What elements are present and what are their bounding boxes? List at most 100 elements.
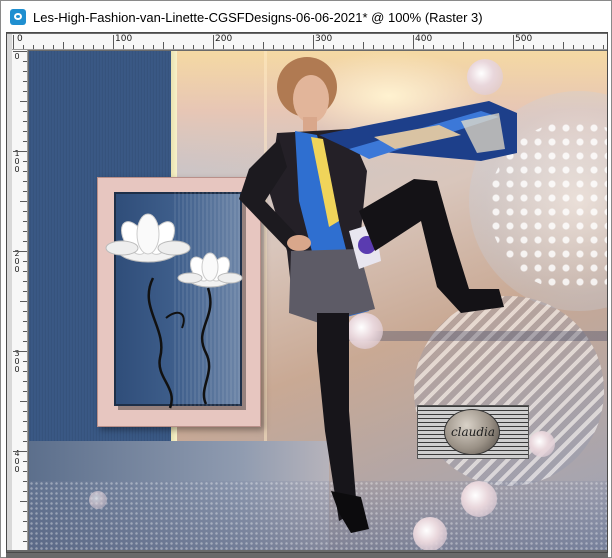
ruler-tick — [23, 431, 27, 432]
ruler-tick — [23, 511, 27, 512]
horizontal-ruler[interactable]: 0 100 200 300 400 500 — [12, 34, 607, 50]
ruler-tick — [20, 501, 27, 502]
ruler-label-group: 0 — [13, 53, 21, 61]
ruler-tick — [123, 45, 124, 49]
ruler-tick — [23, 121, 27, 122]
ruler-label: 0 — [17, 34, 23, 44]
ruler-label: 0 — [14, 365, 20, 374]
ruler-tick — [23, 91, 27, 92]
ruler-tick — [23, 131, 27, 132]
ruler-tick — [403, 45, 404, 49]
ruler-tick — [223, 45, 224, 49]
author-watermark: claudia — [417, 405, 529, 459]
ruler-tick — [513, 35, 514, 49]
ruler-tick — [483, 45, 484, 49]
watermark-text: claudia — [450, 425, 496, 439]
ruler-tick — [203, 45, 204, 49]
ruler-tick — [23, 341, 27, 342]
ruler-tick — [93, 45, 94, 49]
ruler-tick — [23, 271, 27, 272]
ruler-tick — [23, 231, 27, 232]
ruler-tick — [13, 351, 27, 352]
ruler-tick — [23, 331, 27, 332]
paintshop-app-icon — [10, 9, 26, 25]
ruler-tick — [543, 45, 544, 49]
ruler-tick — [283, 45, 284, 49]
image-canvas[interactable]: claudia — [29, 51, 607, 550]
ruler-tick — [23, 221, 27, 222]
ruler-tick — [13, 251, 27, 252]
ruler-label-group: 1 0 0 — [13, 150, 21, 174]
ruler-tick — [533, 45, 534, 49]
ruler-tick — [23, 441, 27, 442]
ruler-tick — [23, 241, 27, 242]
ruler-tick — [563, 42, 564, 49]
ruler-label: 0 — [14, 265, 20, 274]
ruler-tick — [23, 181, 27, 182]
ruler-tick — [23, 171, 27, 172]
ruler-tick — [523, 45, 524, 49]
ruler-tick — [13, 151, 27, 152]
ruler-tick — [23, 471, 27, 472]
ruler-tick — [43, 45, 44, 49]
ruler-tick — [23, 531, 27, 532]
ruler-tick — [113, 35, 114, 49]
ruler-tick — [23, 361, 27, 362]
window-titlebar[interactable]: Les-High-Fashion-van-Linette-CGSFDesigns… — [2, 2, 610, 32]
ruler-tick — [33, 45, 34, 49]
ruler-tick — [23, 291, 27, 292]
ruler-tick — [63, 42, 64, 49]
ruler-tick — [413, 35, 414, 49]
ruler-tick — [313, 35, 314, 49]
ruler-tick — [573, 45, 574, 49]
ruler-tick — [423, 45, 424, 49]
ruler-tick — [583, 45, 584, 49]
ruler-tick — [103, 45, 104, 49]
ruler-tick — [393, 45, 394, 49]
ruler-tick — [333, 45, 334, 49]
ruler-tick — [13, 35, 14, 49]
ruler-tick — [23, 321, 27, 322]
ruler-tick — [373, 45, 374, 49]
ruler-tick — [183, 45, 184, 49]
ruler-tick — [23, 161, 27, 162]
ruler-tick — [303, 45, 304, 49]
ruler-tick — [20, 401, 27, 402]
ruler-tick — [163, 42, 164, 49]
ruler-tick — [493, 45, 494, 49]
ruler-tick — [233, 45, 234, 49]
ruler-tick — [323, 45, 324, 49]
ruler-tick — [503, 45, 504, 49]
bubble — [89, 491, 107, 509]
ruler-tick — [433, 45, 434, 49]
vertical-ruler[interactable]: 0 1 0 0 2 0 0 3 0 0 4 0 0 — [12, 50, 28, 550]
ruler-tick — [443, 45, 444, 49]
ruler-tick — [23, 461, 27, 462]
ruler-tick — [23, 391, 27, 392]
ruler-tick — [153, 45, 154, 49]
ruler-tick — [23, 45, 24, 49]
ruler-tick — [23, 311, 27, 312]
ruler-tick — [473, 45, 474, 49]
ruler-label-group: 3 0 0 — [13, 350, 21, 374]
ruler-tick — [243, 45, 244, 49]
ruler-label: 0 — [14, 52, 20, 61]
ruler-tick — [23, 81, 27, 82]
ruler-tick — [23, 371, 27, 372]
ruler-tick — [20, 301, 27, 302]
ruler-tick — [353, 45, 354, 49]
ruler-tick — [13, 451, 27, 452]
ruler-label: 200 — [215, 34, 233, 44]
ruler-tick — [363, 42, 364, 49]
ruler-label: 100 — [115, 34, 133, 44]
ruler-tick — [143, 45, 144, 49]
ruler-tick — [53, 45, 54, 49]
ruler-tick — [23, 111, 27, 112]
ruler-tick — [73, 45, 74, 49]
ruler-tick — [383, 45, 384, 49]
ruler-tick — [23, 71, 27, 72]
ruler-label-group: 4 0 0 — [13, 450, 21, 474]
watermark-disc: claudia — [444, 409, 500, 455]
ruler-label: 500 — [515, 34, 533, 44]
ruler-tick — [593, 45, 594, 49]
